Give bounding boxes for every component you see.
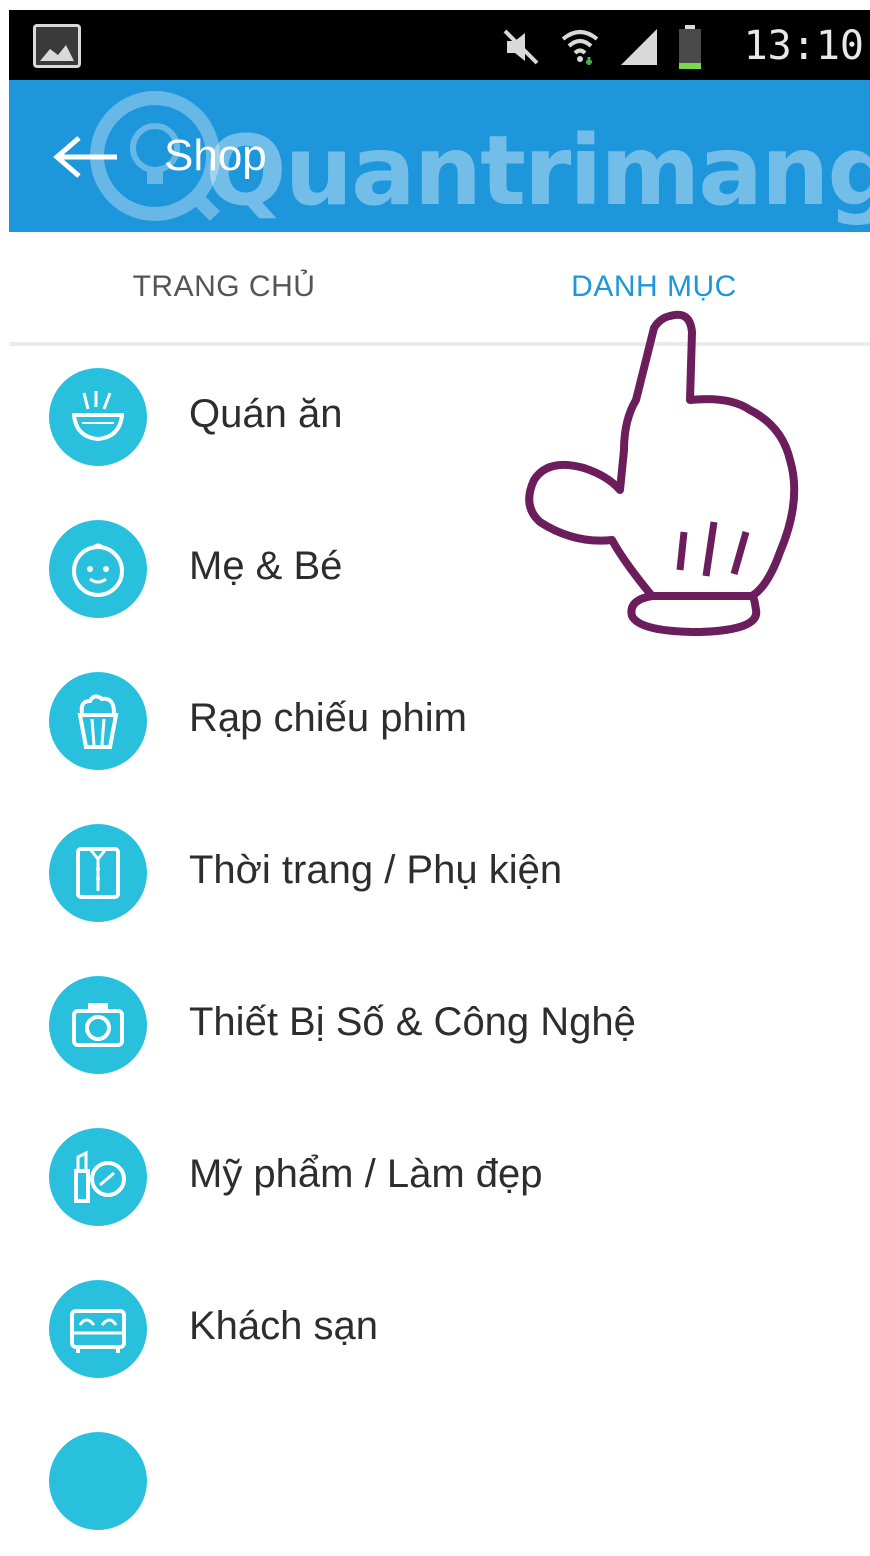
- category-icon: [49, 1432, 147, 1530]
- battery-icon: [679, 25, 701, 69]
- category-label: Rạp chiếu phim: [189, 696, 467, 740]
- hotel-bed-icon: [49, 1280, 147, 1378]
- category-item-cosmetics[interactable]: Mỹ phẩm / Làm đẹp: [9, 1100, 870, 1252]
- category-label: Mỹ phẩm / Làm đẹp: [189, 1152, 543, 1196]
- app-bar: Quantrimang Shop: [9, 80, 870, 232]
- category-item-fashion[interactable]: Thời trang / Phụ kiện: [9, 796, 870, 948]
- camera-icon: [49, 976, 147, 1074]
- category-item-cinema[interactable]: Rạp chiếu phim: [9, 644, 870, 796]
- food-bowl-icon: [49, 368, 147, 466]
- app-title: Shop: [164, 131, 267, 180]
- image-thumbnail-icon: [33, 24, 81, 68]
- category-item-hotel[interactable]: Khách sạn: [9, 1252, 870, 1404]
- cosmetics-icon: [49, 1128, 147, 1226]
- category-label: Quán ăn: [189, 392, 343, 436]
- screen-border: [0, 0, 9, 1458]
- popcorn-icon: [49, 672, 147, 770]
- status-time: 13:10: [743, 23, 864, 69]
- watermark-text: Quantrimang: [205, 115, 870, 227]
- pointing-hand-icon: [525, 310, 799, 637]
- category-label: Thiết Bị Số & Công Nghệ: [189, 1000, 636, 1044]
- back-arrow-icon[interactable]: [51, 132, 121, 182]
- baby-face-icon: [49, 520, 147, 618]
- category-label: Mẹ & Bé: [189, 544, 343, 588]
- wifi-icon: [561, 30, 599, 65]
- category-item-digital-tech[interactable]: Thiết Bị Số & Công Nghệ: [9, 948, 870, 1100]
- category-label: Khách sạn: [189, 1304, 379, 1348]
- signal-icon: [621, 29, 657, 65]
- status-bar: 13:10: [9, 10, 870, 80]
- category-label: Thời trang / Phụ kiện: [189, 848, 563, 892]
- category-item-more[interactable]: [9, 1404, 870, 1556]
- mute-icon: [503, 29, 539, 65]
- tab-home[interactable]: TRANG CHỦ: [9, 232, 439, 342]
- clothing-icon: [49, 824, 147, 922]
